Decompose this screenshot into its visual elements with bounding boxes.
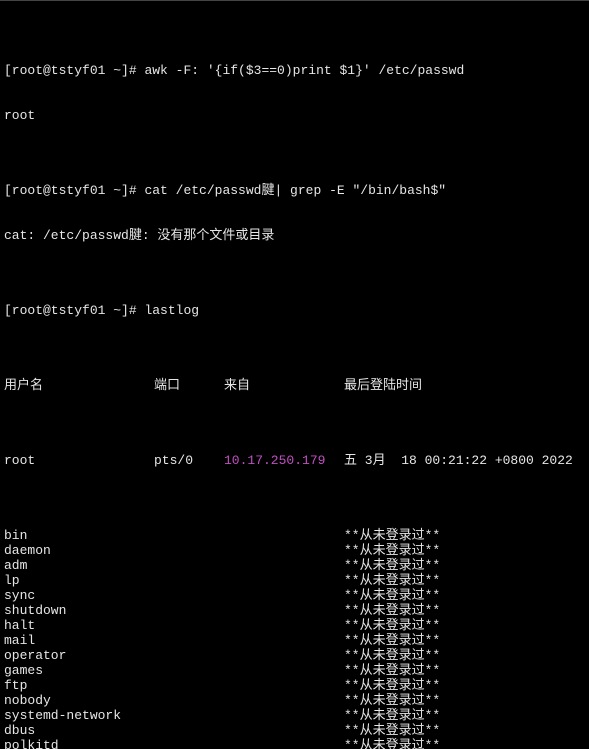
from-cell [224, 678, 344, 693]
user-cell: shutdown [4, 603, 154, 618]
table-row: mail **从未登录过** [4, 633, 585, 648]
root-user: root [4, 453, 154, 468]
user-cell: polkitd [4, 738, 154, 749]
table-row: adm **从未登录过** [4, 558, 585, 573]
from-cell [224, 723, 344, 738]
from-cell [224, 558, 344, 573]
lastlog-root-row: root pts/0 10.17.250.179 五 3月 18 00:21:2… [4, 453, 585, 468]
prompt-line-3: [root@tstyf01 ~]# lastlog [4, 303, 585, 318]
user-cell: adm [4, 558, 154, 573]
user-cell: games [4, 663, 154, 678]
from-cell [224, 648, 344, 663]
port-cell [154, 633, 224, 648]
user-cell: nobody [4, 693, 154, 708]
from-cell [224, 693, 344, 708]
user-cell: lp [4, 573, 154, 588]
port-cell [154, 543, 224, 558]
command-3: lastlog [144, 303, 199, 318]
port-cell [154, 693, 224, 708]
table-row: dbus **从未登录过** [4, 723, 585, 738]
command-1: awk -F: '{if($3==0)print $1}' /etc/passw… [144, 63, 464, 78]
col-latest: 最后登陆时间 [344, 378, 585, 393]
port-cell [154, 603, 224, 618]
user-cell: operator [4, 648, 154, 663]
error-2: cat: /etc/passwd腱: 没有那个文件或目录 [4, 228, 585, 243]
from-cell [224, 708, 344, 723]
latest-cell: **从未登录过** [344, 663, 585, 678]
table-row: sync **从未登录过** [4, 588, 585, 603]
output-1: root [4, 108, 585, 123]
latest-cell: **从未登录过** [344, 588, 585, 603]
from-cell [224, 573, 344, 588]
terminal-screen[interactable]: [root@tstyf01 ~]# awk -F: '{if($3==0)pri… [0, 0, 589, 749]
prompt-line-2: [root@tstyf01 ~]# cat /etc/passwd腱| grep… [4, 183, 585, 198]
command-2: cat /etc/passwd腱| grep -E "/bin/bash$" [144, 183, 446, 198]
table-row: nobody **从未登录过** [4, 693, 585, 708]
user-cell: sync [4, 588, 154, 603]
col-user: 用户名 [4, 378, 154, 393]
prompt-2: [root@tstyf01 ~]# [4, 183, 144, 198]
from-cell [224, 663, 344, 678]
root-port: pts/0 [154, 453, 224, 468]
latest-cell: **从未登录过** [344, 528, 585, 543]
latest-cell: **从未登录过** [344, 543, 585, 558]
latest-cell: **从未登录过** [344, 723, 585, 738]
lastlog-header: 用户名 端口 来自 最后登陆时间 [4, 378, 585, 393]
root-latest: 五 3月 18 00:21:22 +0800 2022 [344, 453, 585, 468]
table-row: shutdown **从未登录过** [4, 603, 585, 618]
latest-cell: **从未登录过** [344, 738, 585, 749]
table-row: polkitd **从未登录过** [4, 738, 585, 749]
user-cell: dbus [4, 723, 154, 738]
latest-cell: **从未登录过** [344, 573, 585, 588]
prompt-line-1: [root@tstyf01 ~]# awk -F: '{if($3==0)pri… [4, 63, 585, 78]
from-cell [224, 543, 344, 558]
latest-cell: **从未登录过** [344, 648, 585, 663]
user-cell: bin [4, 528, 154, 543]
port-cell [154, 663, 224, 678]
from-cell [224, 588, 344, 603]
table-row: lp **从未登录过** [4, 573, 585, 588]
latest-cell: **从未登录过** [344, 558, 585, 573]
port-cell [154, 573, 224, 588]
port-cell [154, 618, 224, 633]
col-port: 端口 [154, 378, 224, 393]
table-row: ftp **从未登录过** [4, 678, 585, 693]
latest-cell: **从未登录过** [344, 618, 585, 633]
user-cell: mail [4, 633, 154, 648]
from-cell [224, 528, 344, 543]
user-cell: ftp [4, 678, 154, 693]
table-row: daemon **从未登录过** [4, 543, 585, 558]
latest-cell: **从未登录过** [344, 603, 585, 618]
from-cell [224, 603, 344, 618]
root-ip: 10.17.250.179 [224, 453, 344, 468]
port-cell [154, 528, 224, 543]
prompt-3: [root@tstyf01 ~]# [4, 303, 144, 318]
latest-cell: **从未登录过** [344, 633, 585, 648]
from-cell [224, 618, 344, 633]
port-cell [154, 558, 224, 573]
lastlog-table: bin**从未登录过**daemon**从未登录过**adm**从未登录过**l… [4, 528, 585, 749]
table-row: operator **从未登录过** [4, 648, 585, 663]
from-cell [224, 738, 344, 749]
latest-cell: **从未登录过** [344, 678, 585, 693]
port-cell [154, 723, 224, 738]
port-cell [154, 648, 224, 663]
table-row: halt **从未登录过** [4, 618, 585, 633]
col-from: 来自 [224, 378, 344, 393]
table-row: games **从未登录过** [4, 663, 585, 678]
table-row: bin **从未登录过** [4, 528, 585, 543]
table-row: systemd-network **从未登录过** [4, 708, 585, 723]
from-cell [224, 633, 344, 648]
port-cell [154, 678, 224, 693]
port-cell [154, 738, 224, 749]
port-cell [154, 588, 224, 603]
user-cell: daemon [4, 543, 154, 558]
prompt-1: [root@tstyf01 ~]# [4, 63, 144, 78]
user-cell: systemd-network [4, 708, 154, 723]
port-cell [154, 708, 224, 723]
latest-cell: **从未登录过** [344, 693, 585, 708]
latest-cell: **从未登录过** [344, 708, 585, 723]
user-cell: halt [4, 618, 154, 633]
